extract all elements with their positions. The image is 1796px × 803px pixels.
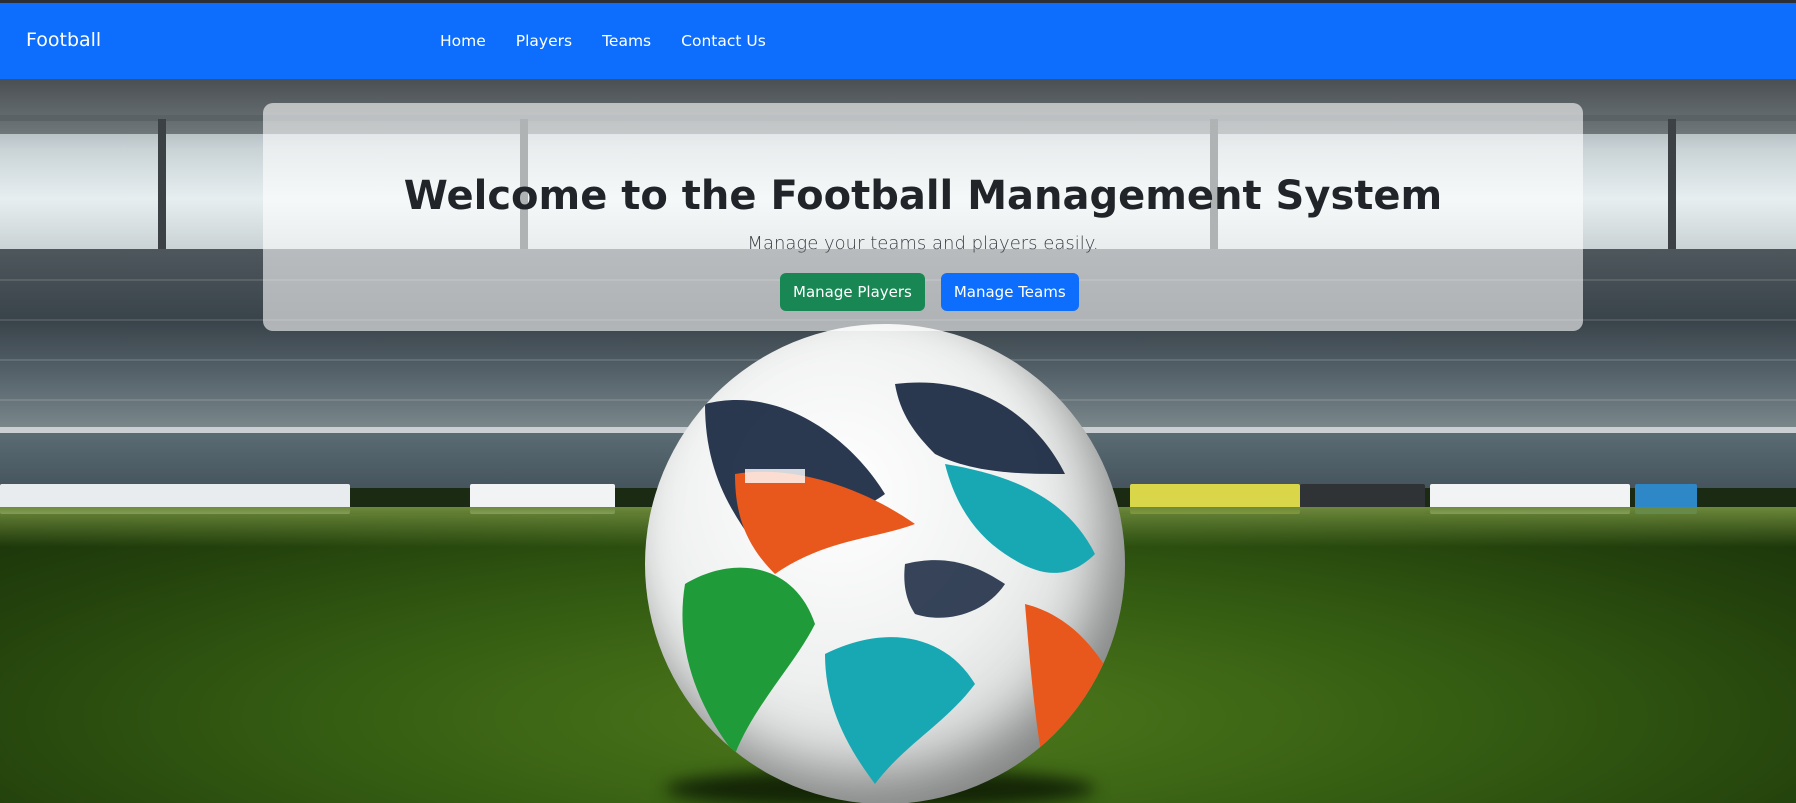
nav-link-contact[interactable]: Contact Us bbox=[681, 32, 766, 50]
nav-link-players[interactable]: Players bbox=[516, 32, 572, 50]
ball-pattern bbox=[682, 382, 1115, 784]
navbar: Football Home Players Teams Contact Us bbox=[0, 3, 1796, 79]
manage-teams-button[interactable]: Manage Teams bbox=[940, 273, 1079, 311]
nav-links: Home Players Teams Contact Us bbox=[440, 32, 796, 50]
page-subtitle: Manage your teams and players easily. bbox=[747, 233, 1099, 254]
nav-link-home[interactable]: Home bbox=[440, 32, 486, 50]
navbar-brand[interactable]: Football bbox=[26, 29, 101, 51]
football-image bbox=[645, 324, 1125, 803]
nav-link-teams[interactable]: Teams bbox=[602, 32, 651, 50]
hero-actions: Manage Players Manage Teams bbox=[780, 273, 1079, 311]
jumbotron: Welcome to the Football Management Syste… bbox=[263, 103, 1583, 331]
manage-players-button[interactable]: Manage Players bbox=[780, 273, 925, 311]
hero-background-image: Welcome to the Football Management Syste… bbox=[0, 79, 1796, 803]
page-title: Welcome to the Football Management Syste… bbox=[403, 173, 1443, 219]
